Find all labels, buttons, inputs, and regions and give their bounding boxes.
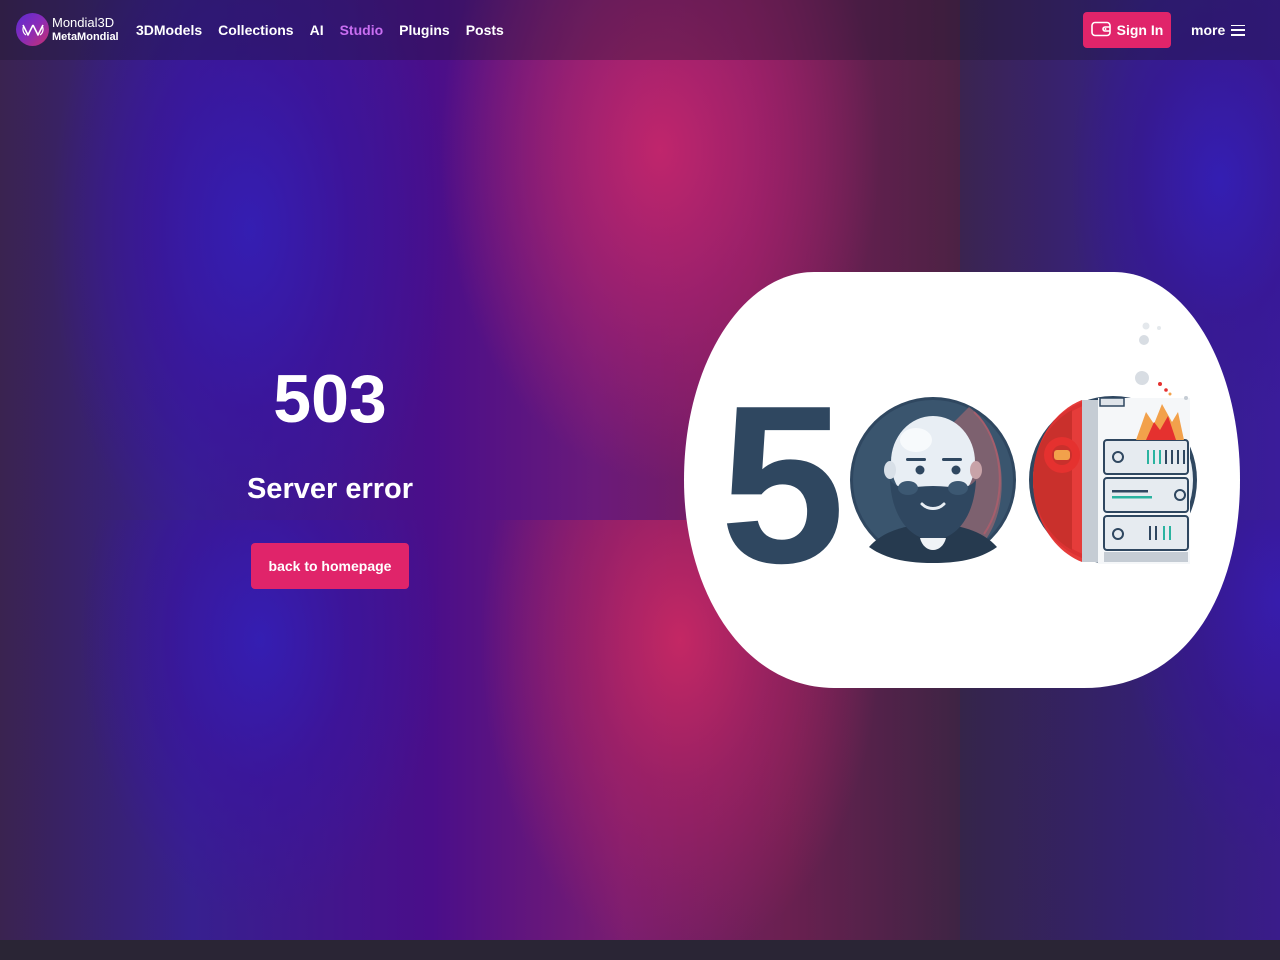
more-menu-button[interactable]: more <box>1191 0 1246 60</box>
sign-in-label: Sign In <box>1116 22 1164 38</box>
main-nav: 3DModels Collections AI Studio Plugins P… <box>136 0 520 60</box>
server-error-illustration: 5 <box>684 272 1240 688</box>
nav-link-studio[interactable]: Studio <box>340 22 384 38</box>
error-panel: 503 Server error back to homepage <box>200 361 460 589</box>
more-label: more <box>1191 22 1226 38</box>
nav-link-collections[interactable]: Collections <box>218 22 293 38</box>
site-logo[interactable]: Mondial3D MetaMondial <box>16 13 119 46</box>
footer-strip <box>0 940 1280 960</box>
error-code: 503 <box>273 361 387 437</box>
wallet-icon <box>1090 21 1111 40</box>
back-to-homepage-button[interactable]: back to homepage <box>251 543 409 589</box>
nav-link-posts[interactable]: Posts <box>466 22 504 38</box>
error-message: Server error <box>246 473 414 505</box>
logo-mark-icon <box>16 13 49 46</box>
logo-name: Mondial3D <box>52 15 115 30</box>
nav-link-ai[interactable]: AI <box>310 22 324 38</box>
illustration-digit: 5 <box>720 358 845 610</box>
bearded-man-icon <box>850 397 1016 563</box>
hamburger-menu-icon <box>1231 24 1246 36</box>
logo-subtitle: MetaMondial <box>52 31 119 43</box>
nav-link-plugins[interactable]: Plugins <box>399 22 450 38</box>
top-navigation-bar: Mondial3D MetaMondial 3DModels Collectio… <box>0 0 1280 60</box>
nav-link-3dmodels[interactable]: 3DModels <box>136 22 202 38</box>
sign-in-button[interactable]: Sign In <box>1083 12 1171 48</box>
